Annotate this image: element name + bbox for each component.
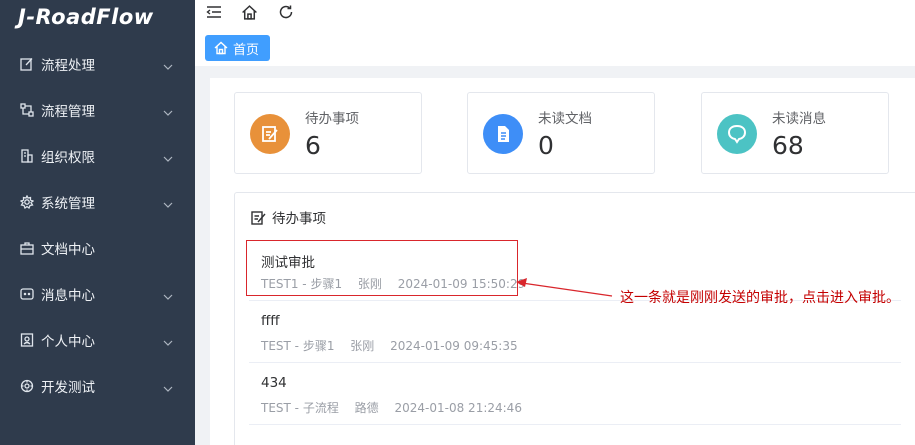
briefcase-icon [19, 241, 34, 256]
chat-bubble-icon [717, 114, 757, 154]
todo-item-flow: TEST - 子流程 [261, 401, 339, 415]
todo-list-item[interactable]: 434 TEST - 子流程 路德 2024-01-08 21:24:46 [249, 363, 901, 425]
todo-header: 待办事项 [251, 207, 326, 227]
todo-item-user: 张刚 [350, 339, 375, 353]
todo-item-meta: TEST1 - 步骤1 张刚 2024-01-09 15:50:29 [261, 275, 537, 292]
refresh-icon[interactable] [278, 4, 296, 22]
edit-list-icon [251, 210, 266, 225]
tab-label: 首页 [233, 43, 260, 58]
edit-doc-icon [250, 114, 290, 154]
chevron-down-icon [162, 380, 174, 392]
stat-label: 待办事项 [305, 111, 359, 127]
chevron-down-icon [162, 334, 174, 346]
chevron-down-icon [162, 58, 174, 70]
sidebar-item-system[interactable]: 系统管理 [0, 179, 195, 225]
sidebar-item-label: 消息中心 [41, 288, 95, 304]
home-icon [214, 41, 228, 55]
person-card-icon [19, 333, 34, 348]
stat-label: 未读消息 [772, 111, 826, 127]
todo-item-meta: TEST - 步骤1 张刚 2024-01-09 09:45:35 [261, 337, 530, 354]
todo-item-flow: TEST - 步骤1 [261, 339, 335, 353]
sidebar-item-devtest[interactable]: 开发测试 [0, 363, 195, 409]
todo-item-meta: TEST - 子流程 路德 2024-01-08 21:24:46 [261, 399, 534, 416]
tab-home[interactable]: 首页 [205, 35, 270, 61]
todo-list-item[interactable]: ffff TEST - 步骤1 张刚 2024-01-09 09:45:35 [249, 301, 901, 363]
sidebar-item-label: 流程管理 [41, 104, 95, 120]
chevron-down-icon [162, 196, 174, 208]
sidebar-item-docs[interactable]: 文档中心 [0, 225, 195, 271]
sidebar-item-process[interactable]: 流程处理 [0, 41, 195, 87]
org-building-icon [19, 149, 34, 164]
menu-collapse-icon[interactable] [206, 4, 224, 22]
top-bar: 首页 [195, 0, 915, 66]
stat-value: 68 [772, 131, 804, 160]
todo-item-user: 张刚 [357, 277, 382, 291]
stat-card-unread-messages[interactable]: 未读消息 68 [701, 92, 889, 174]
todo-item-time: 2024-01-08 21:24:46 [394, 401, 522, 415]
sidebar-item-messages[interactable]: 消息中心 [0, 271, 195, 317]
app-root: J-RoadFlow 流程处理 流程管理 组织权限 系统管理 文档中心 消息中心… [0, 0, 915, 445]
todo-title: 待办事项 [272, 211, 326, 227]
todo-item-title: 测试审批 [261, 255, 315, 271]
message-icon [19, 287, 34, 302]
todo-item-flow: TEST1 - 步骤1 [261, 277, 343, 291]
sidebar-item-label: 个人中心 [41, 334, 95, 350]
chevron-down-icon [162, 150, 174, 162]
bug-gear-icon [19, 379, 34, 394]
todo-item-time: 2024-01-09 09:45:35 [390, 339, 518, 353]
stat-label: 未读文档 [538, 111, 592, 127]
sidebar-item-flow-manage[interactable]: 流程管理 [0, 87, 195, 133]
todo-item-title: 434 [261, 375, 287, 391]
flow-nodes-icon [19, 103, 34, 118]
annotation-text: 这一条就是刚刚发送的审批，点击进入审批。 [620, 290, 900, 306]
stat-card-unread-docs[interactable]: 未读文档 0 [467, 92, 655, 174]
sidebar-item-personal[interactable]: 个人中心 [0, 317, 195, 363]
sidebar-item-label: 文档中心 [41, 242, 95, 258]
app-logo: J-RoadFlow [18, 5, 154, 29]
sidebar: J-RoadFlow 流程处理 流程管理 组织权限 系统管理 文档中心 消息中心… [0, 0, 195, 445]
todo-item-title: ffff [261, 313, 280, 329]
sidebar-item-label: 组织权限 [41, 150, 95, 166]
sidebar-item-label: 流程处理 [41, 58, 95, 74]
home-icon[interactable] [241, 4, 259, 22]
gear-icon [19, 195, 34, 210]
edit-square-icon [19, 57, 34, 72]
stat-value: 6 [305, 131, 321, 160]
sidebar-item-label: 系统管理 [41, 196, 95, 212]
document-icon [483, 114, 523, 154]
sidebar-item-org[interactable]: 组织权限 [0, 133, 195, 179]
todo-panel: 待办事项 测试审批 TEST1 - 步骤1 张刚 2024-01-09 15:5… [234, 192, 915, 445]
sidebar-item-label: 开发测试 [41, 380, 95, 396]
todo-item-user: 路德 [354, 401, 379, 415]
todo-item-time: 2024-01-09 15:50:29 [397, 277, 526, 291]
dashboard-main: 待办事项 6 未读文档 0 未读消息 68 待办事项 测试审批 TEST1 - … [210, 78, 915, 445]
chevron-down-icon [162, 104, 174, 116]
stat-value: 0 [538, 131, 554, 160]
stat-card-todo[interactable]: 待办事项 6 [234, 92, 422, 174]
chevron-down-icon [162, 288, 174, 300]
